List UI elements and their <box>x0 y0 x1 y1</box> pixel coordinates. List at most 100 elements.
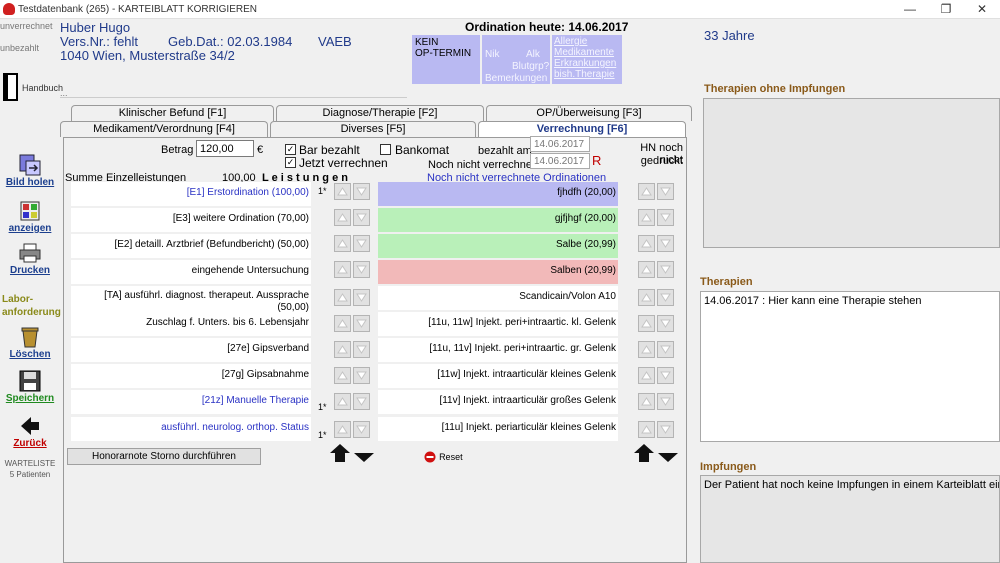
tab-verrechnung[interactable]: Verrechnung [F6] <box>478 121 686 137</box>
right-item-3-up-button[interactable] <box>638 235 655 252</box>
right-item-7[interactable]: [11u, 11v] Injekt. peri+intraartic. gr. … <box>378 338 618 362</box>
right-item-1-down-button[interactable] <box>657 183 674 200</box>
bild-holen-button[interactable]: Bild holen <box>0 153 60 188</box>
right-item-9-down-button[interactable] <box>657 393 674 410</box>
left-item-1-down-button[interactable] <box>353 183 370 200</box>
warteliste-label[interactable]: WARTELISTE <box>0 459 60 468</box>
left-item-10-up-button[interactable] <box>334 421 351 438</box>
tab-medikament-verordnung[interactable]: Medikament/Verordnung [F4] <box>60 121 268 137</box>
right-item-8-up-button[interactable] <box>638 367 655 384</box>
bankomat-checkbox[interactable] <box>380 144 391 155</box>
right-item-9[interactable]: [11v] Injekt. intraarticulär großes Gele… <box>378 390 618 414</box>
left-item-5-up-button[interactable] <box>334 289 351 306</box>
unbezahlt-link[interactable]: unbezahlt <box>0 43 60 53</box>
left-item-8-down-button[interactable] <box>353 367 370 384</box>
right-item-10[interactable]: [11u] Injekt. periarticulär kleines Gele… <box>378 417 618 441</box>
left-item-5[interactable]: [TA] ausführl. diagnost. therapeut. Auss… <box>71 286 311 314</box>
left-item-10-down-button[interactable] <box>353 421 370 438</box>
tab-diagnose-therapie[interactable]: Diagnose/Therapie [F2] <box>276 105 484 121</box>
right-item-8-down-button[interactable] <box>657 367 674 384</box>
therapien-box[interactable]: 14.06.2017 : Hier kann eine Therapie ste… <box>700 291 1000 442</box>
right-item-8[interactable]: [11w] Injekt. intraarticulär kleines Gel… <box>378 364 618 388</box>
right-item-2-up-button[interactable] <box>638 209 655 226</box>
left-item-2-down-button[interactable] <box>353 209 370 226</box>
reset-icon <box>424 451 436 463</box>
left-item-9[interactable]: [21z] Manuelle Therapie <box>71 390 311 414</box>
right-item-6-up-button[interactable] <box>638 315 655 332</box>
anzeigen-button[interactable]: anzeigen <box>0 199 60 234</box>
right-item-4-down-button[interactable] <box>657 261 674 278</box>
drucken-button[interactable]: Drucken <box>0 241 60 276</box>
left-item-8-up-button[interactable] <box>334 367 351 384</box>
tab-op-ueberweisung[interactable]: OP/Überweisung [F3] <box>486 105 692 121</box>
left-scroll-arrows[interactable] <box>329 443 375 463</box>
left-item-4[interactable]: eingehende Untersuchung <box>71 260 311 284</box>
left-item-6-down-button[interactable] <box>353 315 370 332</box>
left-item-3-up-button[interactable] <box>334 235 351 252</box>
restore-button[interactable]: ❐ <box>928 0 964 19</box>
storno-button[interactable]: Honorarnote Storno durchführen <box>67 448 261 465</box>
loeschen-button[interactable]: Löschen <box>0 325 60 360</box>
left-item-7[interactable]: [27e] Gipsverband <box>71 338 311 362</box>
left-item-9-up-button[interactable] <box>334 393 351 410</box>
left-item-10[interactable]: ausführl. neurolog. orthop. Status <box>71 417 311 441</box>
handbuch-button[interactable]: Handbuch <box>0 71 63 103</box>
bezahlt-am-date[interactable] <box>530 136 590 152</box>
verrechnet-date[interactable] <box>530 153 590 169</box>
right-item-2[interactable]: gjfjhgf (20,00) <box>378 208 618 232</box>
right-item-6[interactable]: [11u, 11w] Injekt. peri+intraartic. kl. … <box>378 312 618 336</box>
bar-bezahlt-checkbox[interactable]: ✓ <box>285 144 296 155</box>
right-item-9-up-button[interactable] <box>638 393 655 410</box>
minimize-button[interactable]: — <box>892 0 928 19</box>
left-item-1-up-button[interactable] <box>334 183 351 200</box>
therapien-ohne-box[interactable] <box>703 98 1000 248</box>
left-item-2-up-button[interactable] <box>334 209 351 226</box>
left-item-6-up-button[interactable] <box>334 315 351 332</box>
left-item-5-down-button[interactable] <box>353 289 370 306</box>
impfungen-box[interactable]: Der Patient hat noch keine Impfungen in … <box>700 475 1000 563</box>
back-arrow-icon <box>21 417 39 435</box>
right-item-6-down-button[interactable] <box>657 315 674 332</box>
left-item-8[interactable]: [27g] Gipsabnahme <box>71 364 311 388</box>
right-item-4-up-button[interactable] <box>638 261 655 278</box>
right-item-7-down-button[interactable] <box>657 341 674 358</box>
right-scroll-arrows[interactable] <box>633 443 679 463</box>
right-item-3[interactable]: Salbe (20,99) <box>378 234 618 258</box>
left-item-4-down-button[interactable] <box>353 261 370 278</box>
unverrechnet-link[interactable]: unverrechnet <box>0 21 60 31</box>
right-item-4[interactable]: Salben (20,99) <box>378 260 618 284</box>
left-item-7-down-button[interactable] <box>353 341 370 358</box>
left-item-4-up-button[interactable] <box>334 261 351 278</box>
right-item-7-up-button[interactable] <box>638 341 655 358</box>
right-item-5-up-button[interactable] <box>638 289 655 306</box>
anforderung-label[interactable]: anforderung <box>2 307 61 318</box>
close-button[interactable]: ✕ <box>964 0 1000 19</box>
betrag-input[interactable] <box>196 140 254 157</box>
right-item-1[interactable]: fjhdfh (20,00) <box>378 182 618 206</box>
right-item-1-up-button[interactable] <box>638 183 655 200</box>
right-item-10-down-button[interactable] <box>657 421 674 438</box>
left-item-9-down-button[interactable] <box>353 393 370 410</box>
patient-note-field[interactable]: ... <box>60 88 407 98</box>
left-item-6[interactable]: Zuschlag f. Unters. bis 6. Lebensjahr <box>71 312 311 336</box>
right-item-2-down-button[interactable] <box>657 209 674 226</box>
risk-factors-badge[interactable]: Nik Alk Blutgrp? Bemerkungen <box>482 35 550 84</box>
op-termin-badge[interactable]: KEIN OP-TERMIN <box>412 35 480 84</box>
left-item-3-down-button[interactable] <box>353 235 370 252</box>
labor-label[interactable]: Labor- <box>2 294 33 305</box>
tab-diverses[interactable]: Diverses [F5] <box>270 121 476 137</box>
left-item-2[interactable]: [E3] weitere Ordination (70,00) <box>71 208 311 232</box>
zurueck-button[interactable]: Zurück <box>0 414 60 449</box>
left-item-7-up-button[interactable] <box>334 341 351 358</box>
right-item-10-up-button[interactable] <box>638 421 655 438</box>
reset-button[interactable]: Reset <box>424 451 463 463</box>
jetzt-verrechnen-checkbox[interactable]: ✓ <box>285 157 296 168</box>
left-item-1[interactable]: [E1] Erstordination (100,00) <box>71 182 311 206</box>
right-item-3-down-button[interactable] <box>657 235 674 252</box>
tab-klinischer-befund[interactable]: Klinischer Befund [F1] <box>71 105 274 121</box>
right-item-5[interactable]: Scandicain/Volon A10 <box>378 286 618 310</box>
speichern-button[interactable]: Speichern <box>0 369 60 404</box>
left-item-3[interactable]: [E2] detaill. Arztbrief (Befundbericht) … <box>71 234 311 258</box>
right-item-5-down-button[interactable] <box>657 289 674 306</box>
anamnesis-badge[interactable]: Allergie Medikamente Erkrankungen bish.T… <box>552 35 622 84</box>
